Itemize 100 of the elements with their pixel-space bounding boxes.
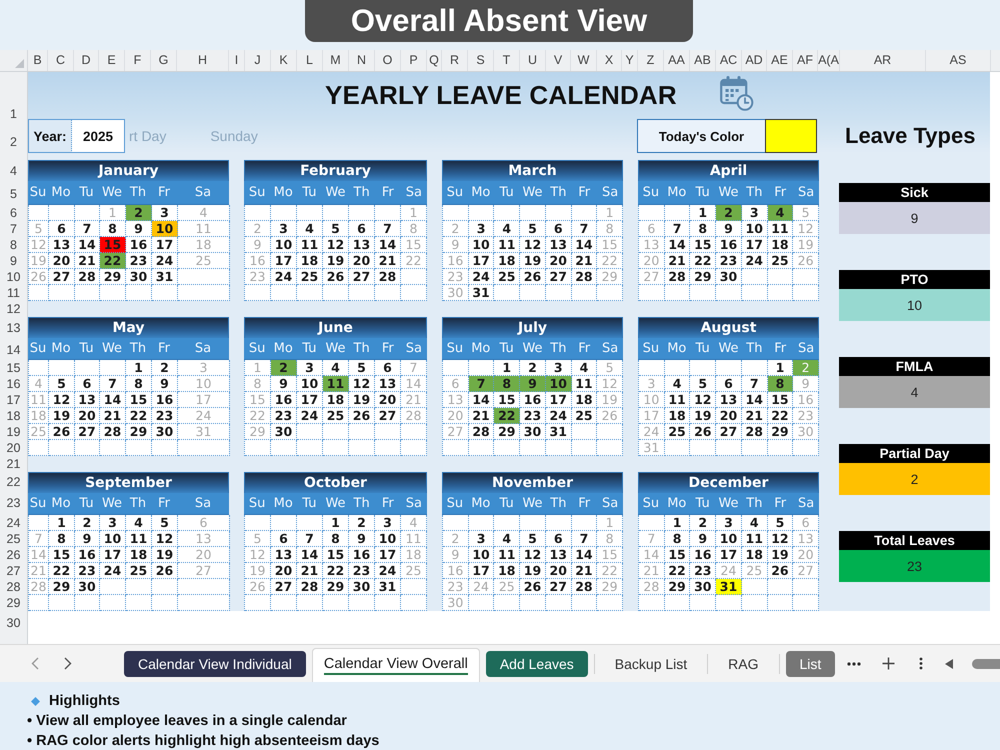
- day-cell[interactable]: 7: [375, 221, 401, 237]
- day-cell[interactable]: 20: [349, 253, 375, 269]
- day-cell[interactable]: 12: [520, 547, 546, 563]
- day-cell[interactable]: 6: [75, 376, 100, 392]
- sheet-tab[interactable]: RAG: [714, 650, 773, 676]
- day-cell[interactable]: 13: [546, 237, 572, 253]
- day-cell[interactable]: 18: [494, 253, 520, 269]
- day-cell[interactable]: 12: [520, 237, 546, 253]
- day-cell[interactable]: 17: [375, 547, 401, 563]
- day-cell[interactable]: 25: [297, 269, 323, 285]
- day-cell[interactable]: 23: [690, 563, 716, 579]
- day-cell[interactable]: 18: [664, 408, 690, 424]
- column-header[interactable]: I: [229, 50, 245, 71]
- day-cell[interactable]: 13: [75, 392, 100, 408]
- row-header[interactable]: 29: [0, 595, 27, 611]
- day-cell[interactable]: 20: [546, 253, 572, 269]
- day-cell[interactable]: 2: [349, 515, 375, 531]
- day-cell[interactable]: 12: [768, 531, 794, 547]
- day-cell[interactable]: 27: [349, 269, 375, 285]
- day-cell[interactable]: 25: [664, 424, 690, 440]
- day-cell[interactable]: 5: [49, 376, 75, 392]
- column-header[interactable]: AC: [716, 50, 742, 71]
- day-cell[interactable]: 13: [716, 392, 742, 408]
- scroll-left-icon[interactable]: [945, 658, 954, 668]
- day-cell[interactable]: 18: [494, 563, 520, 579]
- day-cell[interactable]: 13: [49, 237, 75, 253]
- day-cell[interactable]: 24: [100, 563, 126, 579]
- day-cell[interactable]: 19: [520, 563, 546, 579]
- column-header[interactable]: AA: [664, 50, 690, 71]
- day-cell[interactable]: 16: [349, 547, 375, 563]
- day-cell[interactable]: 11: [664, 392, 690, 408]
- column-header[interactable]: C: [48, 50, 74, 71]
- day-cell[interactable]: 28: [375, 269, 401, 285]
- day-cell[interactable]: 6: [375, 360, 401, 376]
- day-cell[interactable]: 10: [468, 237, 494, 253]
- day-cell[interactable]: 15: [126, 392, 152, 408]
- day-cell[interactable]: 16: [75, 547, 100, 563]
- day-cell[interactable]: 6: [49, 221, 75, 237]
- column-header[interactable]: K: [271, 50, 297, 71]
- day-cell[interactable]: 4: [768, 205, 794, 221]
- day-cell[interactable]: 15: [323, 547, 349, 563]
- column-header[interactable]: AF: [793, 50, 818, 71]
- day-cell[interactable]: 19: [520, 253, 546, 269]
- day-cell[interactable]: 16: [126, 237, 152, 253]
- row-header[interactable]: 8: [0, 237, 27, 253]
- day-cell[interactable]: 11: [297, 237, 323, 253]
- day-cell[interactable]: 30: [152, 424, 178, 440]
- day-cell[interactable]: 19: [768, 547, 794, 563]
- row-header[interactable]: 27: [0, 563, 27, 579]
- day-cell[interactable]: 3: [100, 515, 126, 531]
- day-cell[interactable]: 27: [75, 424, 100, 440]
- row-header[interactable]: 12: [0, 301, 27, 317]
- day-cell[interactable]: 18: [323, 392, 349, 408]
- day-cell[interactable]: 5: [520, 221, 546, 237]
- column-header[interactable]: P: [401, 50, 427, 71]
- sheet-tab[interactable]: Add Leaves: [486, 650, 588, 676]
- column-header[interactable]: G: [151, 50, 177, 71]
- day-cell[interactable]: 4: [742, 515, 768, 531]
- row-header[interactable]: 6: [0, 205, 27, 221]
- day-cell[interactable]: 11: [323, 376, 349, 392]
- day-cell[interactable]: 11: [126, 531, 152, 547]
- sheet-tab[interactable]: Calendar View Overall: [312, 648, 480, 682]
- day-cell[interactable]: 30: [271, 424, 297, 440]
- day-cell[interactable]: 30: [520, 424, 546, 440]
- day-cell[interactable]: 22: [690, 253, 716, 269]
- row-header[interactable]: 13: [0, 317, 27, 339]
- day-cell[interactable]: 16: [152, 392, 178, 408]
- day-cell[interactable]: 14: [297, 547, 323, 563]
- day-cell[interactable]: 9: [152, 376, 178, 392]
- column-header[interactable]: AB: [690, 50, 716, 71]
- day-cell[interactable]: 27: [49, 269, 75, 285]
- more-icon[interactable]: [847, 662, 862, 666]
- day-cell[interactable]: 6: [716, 376, 742, 392]
- row-header[interactable]: 1: [0, 72, 27, 124]
- day-cell[interactable]: 7: [297, 531, 323, 547]
- row-header[interactable]: 17: [0, 392, 27, 408]
- day-cell[interactable]: 5: [690, 376, 716, 392]
- day-cell[interactable]: 21: [375, 253, 401, 269]
- row-header[interactable]: 5: [0, 182, 27, 205]
- column-header[interactable]: Y: [622, 50, 638, 71]
- day-cell[interactable]: 26: [768, 563, 794, 579]
- day-cell[interactable]: 27: [716, 424, 742, 440]
- day-cell[interactable]: 14: [468, 392, 494, 408]
- day-cell[interactable]: 5: [768, 515, 794, 531]
- day-cell[interactable]: 24: [152, 253, 178, 269]
- day-cell[interactable]: 3: [375, 515, 401, 531]
- day-cell[interactable]: 15: [768, 392, 794, 408]
- column-header[interactable]: H: [177, 50, 229, 71]
- day-cell[interactable]: 27: [546, 269, 572, 285]
- day-cell[interactable]: 8: [126, 376, 152, 392]
- day-cell[interactable]: 25: [768, 253, 794, 269]
- day-cell[interactable]: 13: [349, 237, 375, 253]
- column-header[interactable]: M: [323, 50, 349, 71]
- day-cell[interactable]: 4: [126, 515, 152, 531]
- day-cell[interactable]: 8: [664, 531, 690, 547]
- chevron-left-icon[interactable]: [31, 657, 39, 670]
- day-cell[interactable]: 23: [349, 563, 375, 579]
- day-cell[interactable]: 19: [49, 408, 75, 424]
- day-cell[interactable]: 21: [572, 563, 598, 579]
- day-cell[interactable]: 4: [297, 221, 323, 237]
